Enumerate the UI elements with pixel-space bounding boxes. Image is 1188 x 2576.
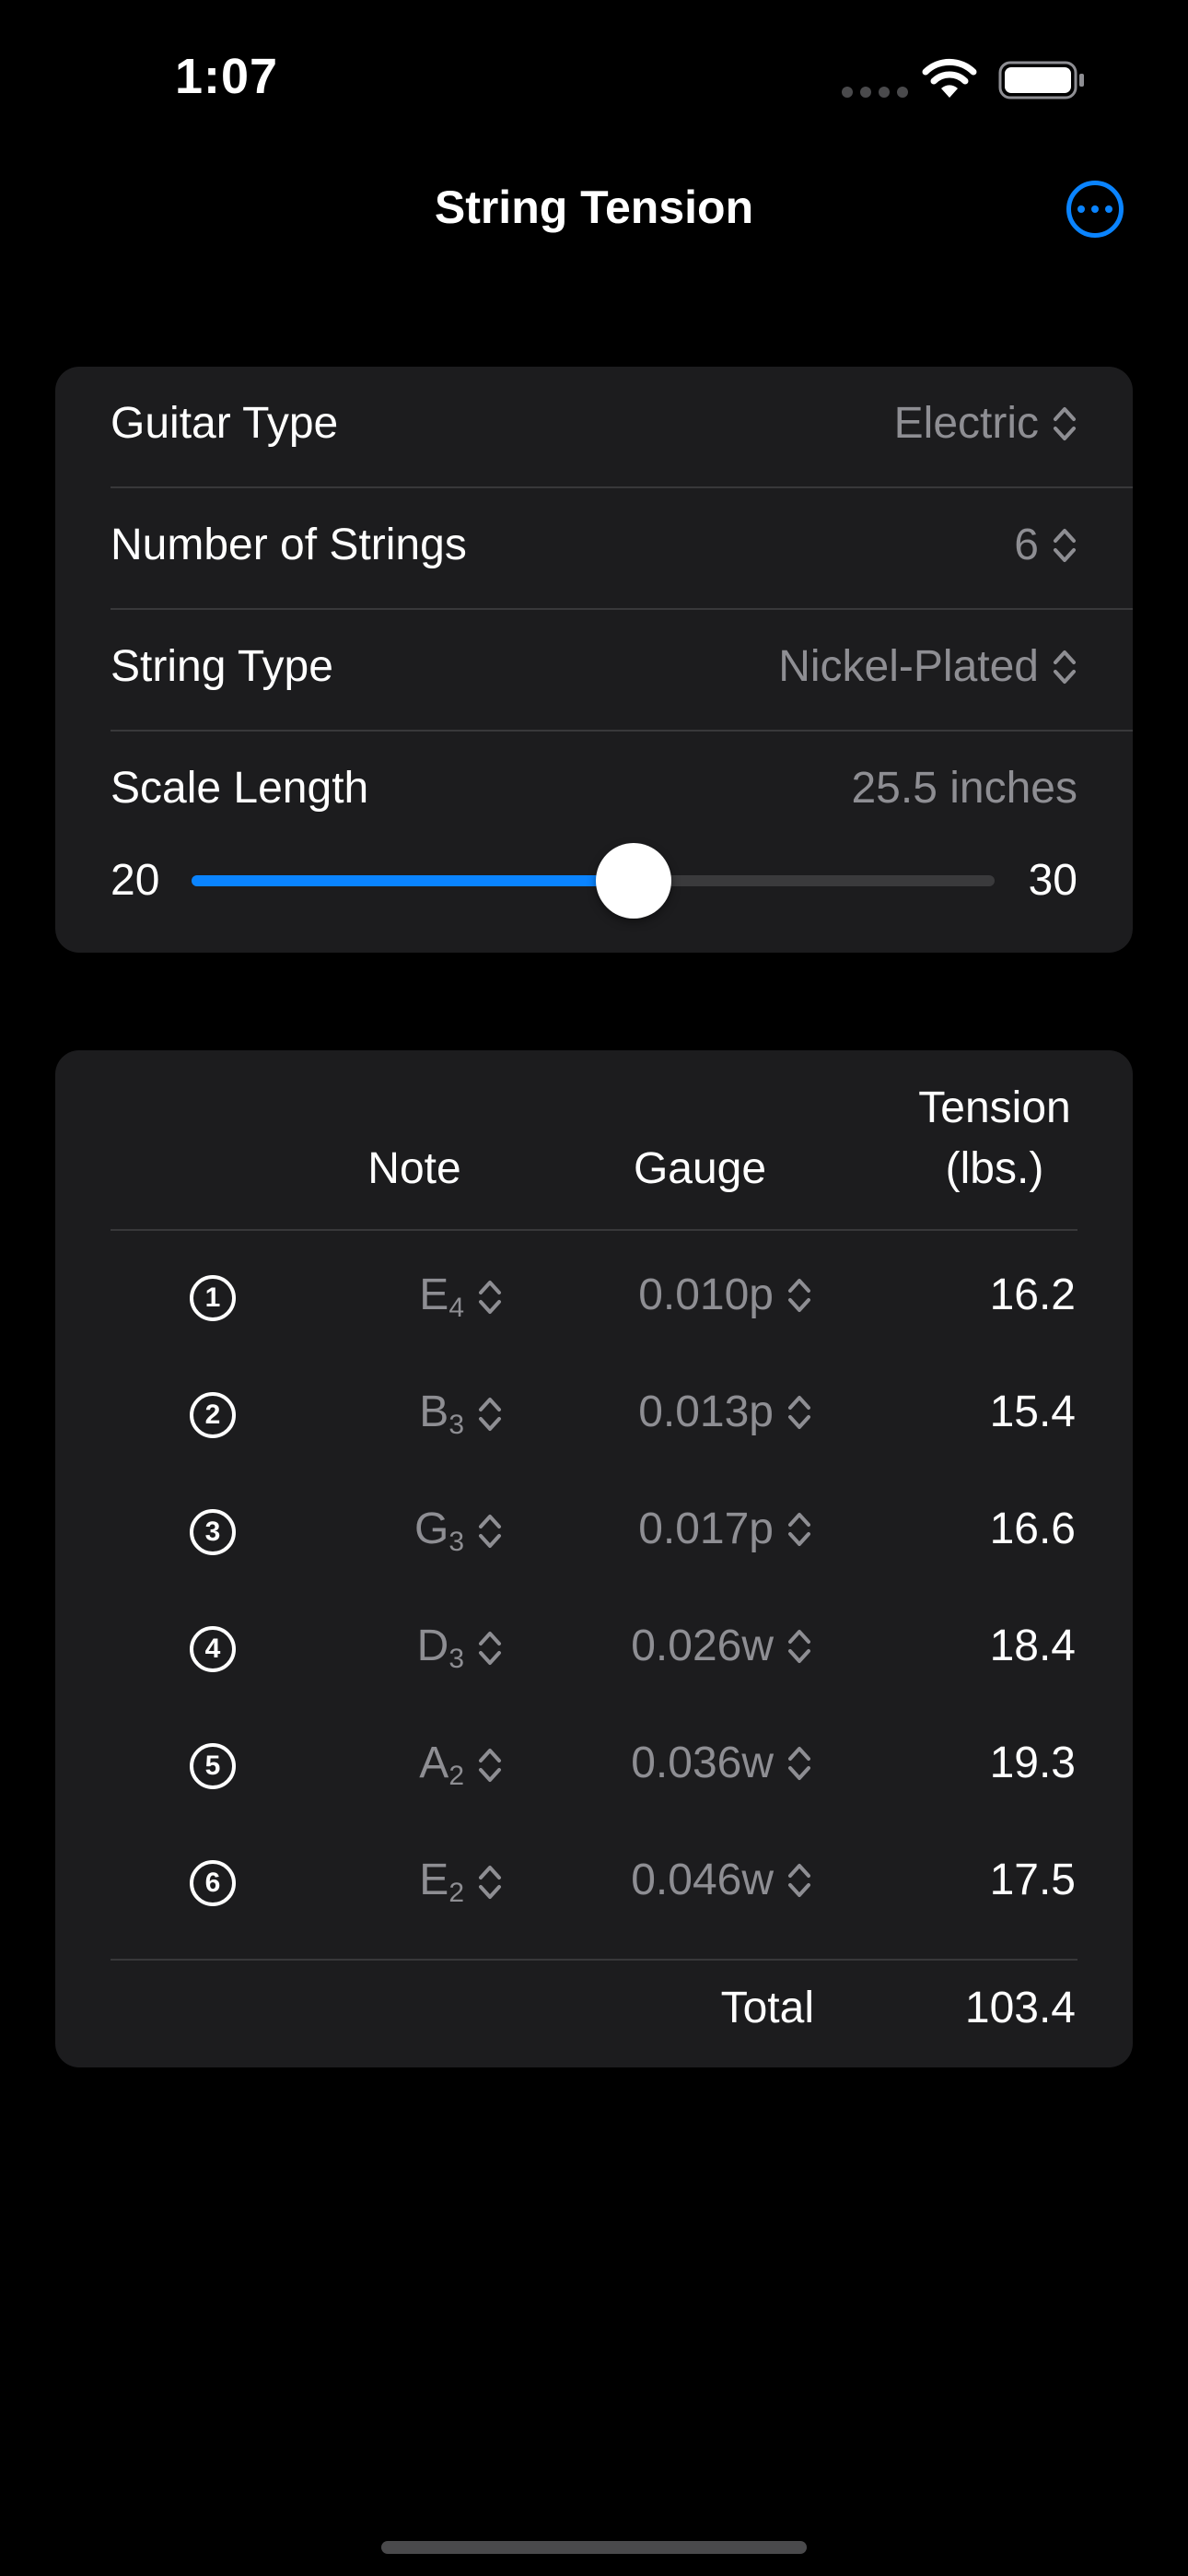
slider-min-label: 20 xyxy=(111,856,160,905)
chevron-up-down-icon xyxy=(1054,406,1076,440)
home-indicator xyxy=(381,2541,807,2554)
string-type-label: String Type xyxy=(111,642,333,691)
table-row: 5 A2 0.036w 19.3 xyxy=(0,1708,1188,1825)
string-number-icon: 4 xyxy=(190,1626,236,1672)
slider-thumb[interactable] xyxy=(595,843,671,919)
string-number-icon: 5 xyxy=(190,1743,236,1789)
note-picker[interactable]: D3 xyxy=(417,1621,503,1675)
total-value: 103.4 xyxy=(964,1984,1076,2032)
tension-value: 18.4 xyxy=(989,1622,1076,1670)
string-type-row[interactable]: String Type Nickel-Plated xyxy=(111,610,1133,732)
table-row: 4 D3 0.026w 18.4 xyxy=(0,1591,1188,1708)
gauge-picker[interactable]: 0.010p xyxy=(638,1270,812,1320)
note-picker[interactable]: G3 xyxy=(414,1504,503,1558)
table-row: 2 B3 0.013p 15.4 xyxy=(0,1357,1188,1474)
header-tension: Tension (lbs.) xyxy=(918,1083,1071,1193)
note-picker[interactable]: B3 xyxy=(419,1387,503,1441)
chevron-up-down-icon xyxy=(479,1280,501,1314)
chevron-up-down-icon xyxy=(788,1512,810,1546)
cellular-signal-icon xyxy=(842,87,908,98)
gauge-picker[interactable]: 0.013p xyxy=(638,1387,812,1437)
tension-value: 19.3 xyxy=(989,1739,1076,1787)
number-of-strings-picker[interactable]: 6 xyxy=(1014,520,1077,570)
gauge-picker[interactable]: 0.046w xyxy=(631,1855,812,1905)
tension-value: 16.2 xyxy=(989,1270,1076,1319)
chevron-up-down-icon xyxy=(1054,650,1076,684)
string-number-icon: 2 xyxy=(190,1392,236,1438)
header-gauge: Gauge xyxy=(633,1144,767,1193)
status-bar: 1:07 xyxy=(0,0,1188,157)
header-note: Note xyxy=(367,1144,461,1193)
string-number-icon: 3 xyxy=(190,1509,236,1555)
note-picker[interactable]: E2 xyxy=(419,1855,503,1909)
slider-max-label: 30 xyxy=(1028,856,1077,905)
number-of-strings-row[interactable]: Number of Strings 6 xyxy=(111,488,1133,610)
total-label: Total xyxy=(720,1984,814,2032)
note-picker[interactable]: A2 xyxy=(419,1738,503,1792)
note-picker[interactable]: E4 xyxy=(419,1270,503,1324)
table-row: 3 G3 0.017p 16.6 xyxy=(0,1474,1188,1591)
chevron-up-down-icon xyxy=(479,1397,501,1431)
gauge-picker[interactable]: 0.026w xyxy=(631,1621,812,1671)
settings-card: Guitar Type Electric Number of Strings 6… xyxy=(55,367,1133,953)
guitar-type-picker[interactable]: Electric xyxy=(894,398,1077,449)
number-of-strings-label: Number of Strings xyxy=(111,521,467,569)
chevron-up-down-icon xyxy=(788,1278,810,1312)
tension-value: 17.5 xyxy=(989,1856,1076,1904)
chevron-up-down-icon xyxy=(479,1748,501,1782)
chevron-up-down-icon xyxy=(788,1629,810,1663)
chevron-up-down-icon xyxy=(788,1863,810,1897)
scale-length-label: Scale Length xyxy=(111,764,369,813)
page-title: String Tension xyxy=(434,181,754,233)
chevron-up-down-icon xyxy=(1054,528,1076,562)
more-options-button[interactable] xyxy=(1066,181,1124,238)
chevron-up-down-icon xyxy=(479,1865,501,1899)
battery-icon xyxy=(998,61,1084,100)
status-time: 1:07 xyxy=(175,49,279,104)
guitar-type-label: Guitar Type xyxy=(111,399,339,448)
table-row: 6 E2 0.046w 17.5 xyxy=(0,1825,1188,1942)
chevron-up-down-icon xyxy=(479,1514,501,1548)
table-row: 1 E4 0.010p 16.2 xyxy=(0,1240,1188,1357)
wifi-icon xyxy=(922,58,977,98)
slider-fill xyxy=(192,875,634,886)
chevron-up-down-icon xyxy=(479,1631,501,1665)
scale-length-value: 25.5 inches xyxy=(851,764,1077,813)
gauge-picker[interactable]: 0.017p xyxy=(638,1504,812,1554)
table-header-divider xyxy=(111,1229,1077,1231)
scale-length-slider[interactable] xyxy=(192,843,995,919)
string-number-icon: 6 xyxy=(190,1860,236,1906)
table-footer-divider xyxy=(111,1959,1077,1961)
tension-value: 15.4 xyxy=(989,1388,1076,1436)
chevron-up-down-icon xyxy=(788,1395,810,1429)
gauge-picker[interactable]: 0.036w xyxy=(631,1738,812,1788)
guitar-type-row[interactable]: Guitar Type Electric xyxy=(111,367,1133,488)
tension-value: 16.6 xyxy=(989,1505,1076,1553)
string-type-picker[interactable]: Nickel-Plated xyxy=(778,641,1077,692)
chevron-up-down-icon xyxy=(788,1746,810,1780)
ellipsis-icon xyxy=(1077,205,1085,213)
string-number-icon: 1 xyxy=(190,1275,236,1321)
